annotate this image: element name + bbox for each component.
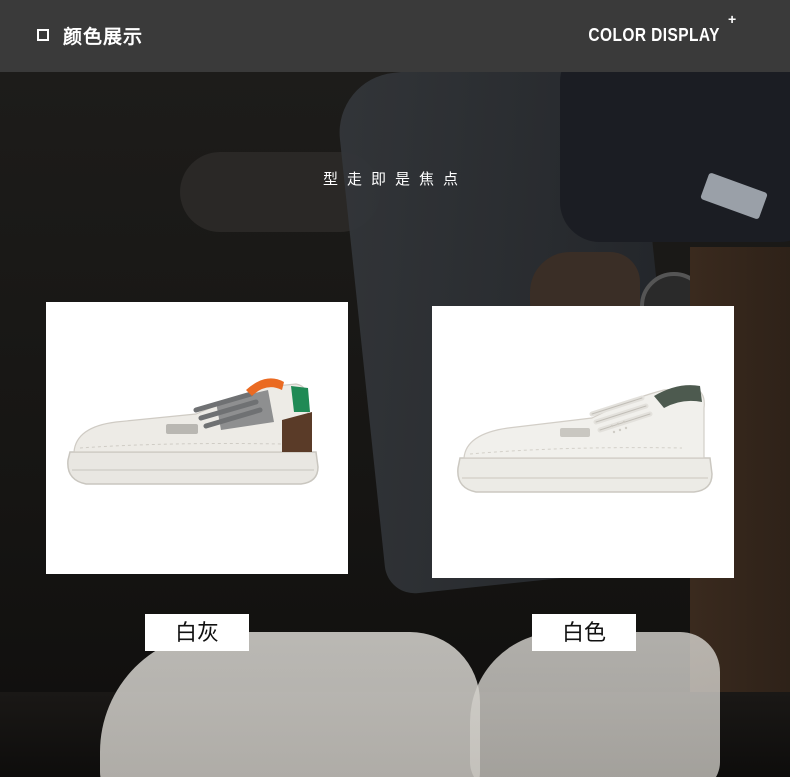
tagline: 型走即是焦点 [322,171,467,188]
square-outline-icon [37,29,49,41]
page-header: 颜色展示 COLOR DISPLAY + [0,0,790,72]
sneaker-white-grey-image [67,378,319,485]
color-label-white-grey: 白灰 [145,614,249,651]
product-card-white-grey[interactable] [46,302,348,574]
photo-shoe-right [470,632,720,777]
section-title-en: COLOR DISPLAY [588,25,720,45]
sneaker-white-image [457,385,713,493]
color-label-white: 白色 [532,614,636,651]
section-title-cn: 颜色展示 [63,27,144,48]
product-card-white[interactable] [432,306,734,578]
photo-shoe-left [100,632,480,777]
plus-icon: + [728,11,737,27]
